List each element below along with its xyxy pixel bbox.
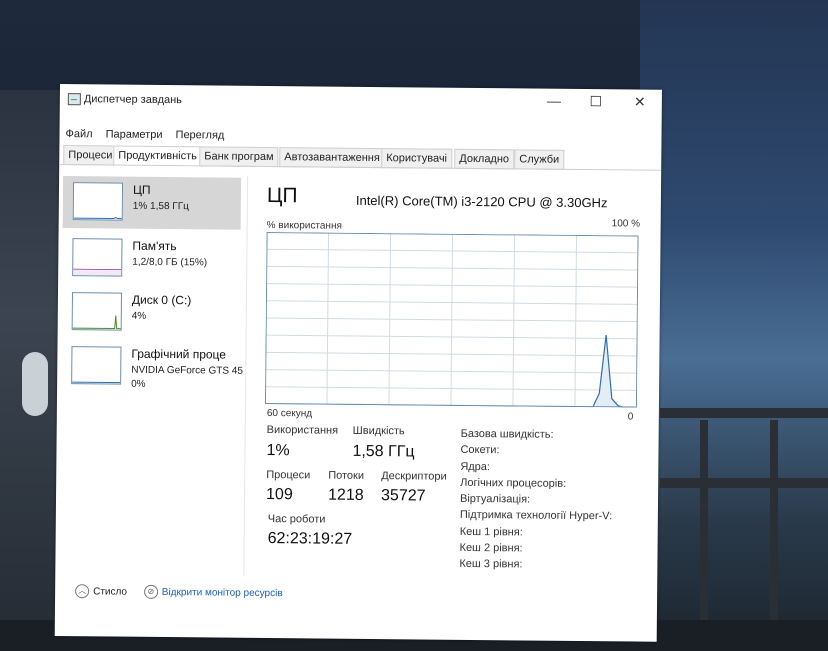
task-manager-icon	[67, 93, 81, 106]
footer: ︿ Стисло ⊘ Відкрити монітор ресурсів	[75, 584, 283, 600]
threads-label: Потоки	[328, 469, 365, 482]
gpu-thumbnail-graph	[71, 346, 122, 385]
street-sign	[22, 352, 48, 416]
minimize-button[interactable]: —	[544, 93, 564, 109]
prop-base-speed: Базова швидкість:	[460, 427, 554, 441]
menu-options[interactable]: Параметри	[106, 128, 163, 141]
cpu-properties: Базова швидкість: Сокети: Ядра: Логічних…	[459, 428, 613, 576]
sidebar-item-label: Диск 0 (C:)	[131, 292, 192, 308]
sidebar-item-value: 1,2/8,0 ГБ (15%)	[132, 256, 208, 269]
sidebar-item-memory[interactable]: Пам'ять 1,2/8,0 ГБ (15%)	[62, 232, 240, 286]
task-manager-window: Диспетчер завдань — ☐ ✕ Файл Параметри П…	[54, 84, 662, 642]
fewer-details-label: Стисло	[93, 585, 128, 598]
tab-services[interactable]: Служби	[514, 149, 565, 170]
tab-details[interactable]: Докладно	[454, 148, 515, 170]
wallpaper-right	[640, 0, 828, 651]
sidebar-item-usage: 0%	[131, 378, 146, 390]
close-button[interactable]: ✕	[630, 93, 650, 110]
sidebar-item-cpu[interactable]: ЦП 1% 1,58 ГГц	[62, 176, 242, 230]
maximize-button[interactable]: ☐	[586, 93, 606, 110]
sidebar-item-label: ЦП	[132, 182, 151, 197]
tab-startup[interactable]: Автозавантаження	[279, 147, 385, 169]
fewer-details-button[interactable]: ︿ Стисло	[75, 584, 130, 599]
prop-cores: Ядра:	[460, 460, 491, 473]
y-min-label: 0	[627, 411, 634, 423]
title-bar: Диспетчер завдань — ☐ ✕	[60, 84, 662, 120]
fence-rail	[660, 478, 828, 488]
memory-thumbnail-graph	[72, 238, 123, 277]
speed-label: Швидкість	[352, 424, 405, 438]
tab-app-history[interactable]: Банк програм	[199, 146, 279, 168]
prop-virtualization: Віртуалізація:	[459, 493, 531, 506]
y-axis-label: % використання	[266, 219, 342, 232]
prop-sockets: Сокети:	[460, 444, 500, 457]
processes-label: Процеси	[266, 468, 311, 482]
prop-logical-processors: Логічних процесорів:	[460, 476, 567, 490]
chevron-up-icon: ︿	[75, 584, 90, 599]
resource-monitor-link[interactable]: ⊘ Відкрити монітор ресурсів	[143, 584, 283, 599]
sidebar-item-label: Пам'ять	[132, 238, 177, 254]
fence-post	[700, 420, 708, 620]
prop-l2-cache: Кеш 2 рівня:	[459, 541, 523, 555]
window-title: Диспетчер завдань	[83, 93, 183, 107]
fence-post	[770, 420, 778, 620]
resource-monitor-icon: ⊘	[143, 584, 158, 599]
prop-l1-cache: Кеш 1 рівня:	[459, 525, 523, 539]
handles-label: Дескриптори	[381, 470, 447, 483]
page-title: ЦП	[266, 183, 298, 208]
tab-users[interactable]: Користувачі	[381, 148, 453, 169]
fence-rail	[660, 408, 828, 418]
resource-sidebar: ЦП 1% 1,58 ГГц Пам'ять 1,2/8,0 ГБ (15%) …	[59, 176, 245, 578]
prop-l3-cache: Кеш 3 рівня:	[459, 558, 523, 571]
handles-value: 35727	[380, 487, 426, 505]
disk-thumbnail-graph	[71, 292, 123, 331]
prop-hyper-v: Підтримка технології Hyper-V:	[459, 509, 613, 523]
menu-view[interactable]: Перегляд	[176, 129, 225, 141]
x-axis-label: 60 секунд	[266, 408, 313, 420]
uptime-value: 62:23:19:27	[267, 530, 353, 548]
sidebar-item-value: 4%	[131, 310, 147, 322]
processes-value: 109	[265, 485, 293, 504]
sidebar-item-value: 1% 1,58 ГГц	[132, 200, 189, 213]
usage-label: Використання	[266, 424, 339, 437]
speed-value: 1,58 ГГц	[352, 442, 415, 461]
sidebar-item-value: NVIDIA GeForce GTS 45	[131, 364, 244, 377]
y-max-label: 100 %	[611, 218, 641, 230]
sidebar-item-gpu[interactable]: Графічний проце NVIDIA GeForce GTS 45 0%	[61, 340, 243, 394]
resource-monitor-label: Відкрити монітор ресурсів	[161, 586, 283, 599]
uptime-label: Час роботи	[267, 513, 326, 526]
menu-bar: Файл Параметри Перегляд	[65, 128, 234, 142]
sidebar-item-label: Графічний проце	[131, 346, 227, 362]
cpu-usage-graph	[264, 231, 639, 408]
sidebar-item-disk[interactable]: Диск 0 (C:) 4%	[62, 286, 240, 340]
cpu-model: Intel(R) Core(TM) i3-2120 CPU @ 3.30GHz	[355, 192, 608, 211]
cpu-thumbnail-graph	[72, 182, 124, 221]
threads-value: 1218	[327, 486, 364, 504]
menu-file[interactable]: Файл	[65, 128, 92, 140]
tab-processes[interactable]: Процеси	[63, 145, 118, 166]
usage-value: 1%	[266, 441, 290, 460]
